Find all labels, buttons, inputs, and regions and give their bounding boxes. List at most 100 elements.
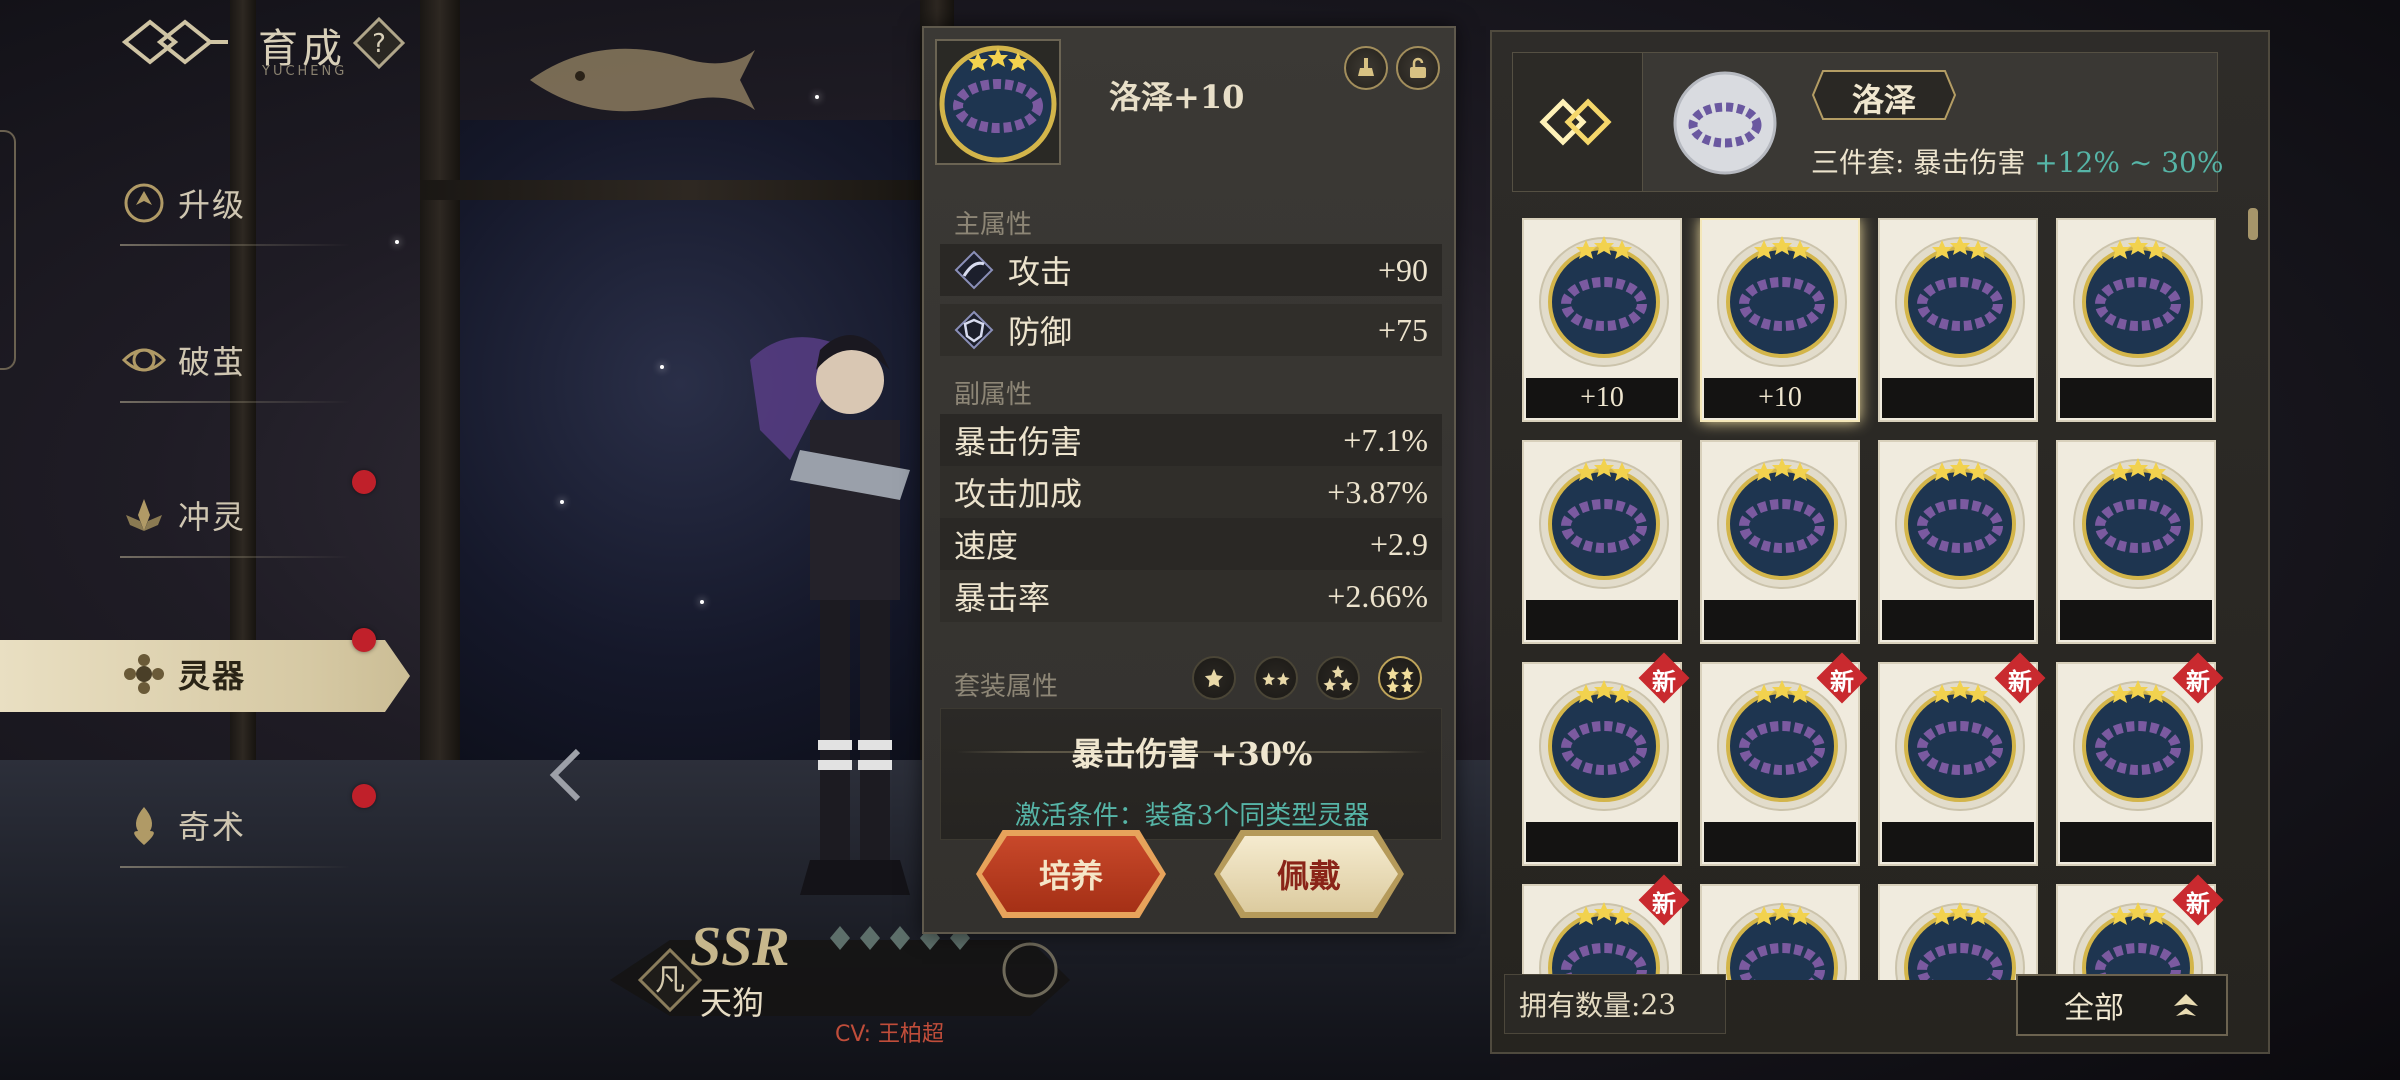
- glowing-emblem-icon: [1538, 98, 1612, 146]
- artifact-card[interactable]: 新: [2056, 874, 2224, 980]
- artifact-grid: +10 +10 新新新新新新: [1522, 218, 2232, 980]
- lock-button[interactable]: [1396, 46, 1440, 90]
- notification-dot: [352, 784, 376, 808]
- main-stat-row: 攻击 +90: [940, 244, 1442, 296]
- new-badge-label: 新: [2008, 667, 2032, 696]
- character-name: 天狗: [700, 984, 765, 1022]
- main-stat-row: 防御 +75: [940, 304, 1442, 356]
- nav-label: 升级: [178, 186, 247, 224]
- voice-actor: CV: 王柏超: [835, 1022, 945, 1047]
- artifact-detail-panel: 洛泽+10 主属性 攻击 +90 防御 +75 副属性 暴击伤害 +7.1% 攻…: [922, 26, 1456, 934]
- cultivate-button[interactable]: 培养: [982, 836, 1160, 912]
- lotus-icon: [126, 499, 162, 531]
- artifact-card[interactable]: +10: [1700, 218, 1860, 422]
- artifact-card[interactable]: 新: [1700, 652, 1868, 866]
- sparkle: [700, 600, 704, 604]
- stat-value: +2.66%: [1327, 577, 1428, 614]
- artifact-card[interactable]: [1522, 440, 1682, 644]
- artifact-card[interactable]: [1878, 440, 2038, 644]
- set-condition-text: 激活条件：装备3个同类型灵器: [1014, 801, 1370, 831]
- set-tier-4-icon[interactable]: [1378, 656, 1422, 700]
- artifact-card[interactable]: [2056, 440, 2216, 644]
- nav-item-upgrade[interactable]: 升级: [120, 168, 350, 246]
- nav-item-arcana[interactable]: 奇术: [120, 790, 350, 868]
- sparkle: [395, 240, 399, 244]
- set-header: 洛泽 三件套: 暴击伤害 +12% ~ 30%: [1512, 52, 2223, 192]
- help-icon[interactable]: ?: [352, 16, 406, 70]
- bracelet-gem-icon: [1539, 236, 1669, 367]
- help-label: ?: [372, 29, 386, 59]
- bracelet-gem-icon: [2073, 236, 2203, 367]
- bracelet-gem-icon: [2073, 458, 2203, 589]
- owned-count: 拥有数量: 23: [1504, 974, 1726, 1034]
- bracelet-gem-icon: [1895, 902, 2025, 980]
- set-tier-2-icon[interactable]: [1254, 656, 1298, 700]
- main-stat-title: 主属性: [954, 210, 1033, 240]
- card-level: [1882, 378, 2034, 418]
- bracelet-gem-icon: [1717, 236, 1847, 367]
- set-tier-1-icon[interactable]: [1192, 656, 1236, 700]
- new-badge: 新: [1638, 874, 1690, 926]
- filter-dropdown[interactable]: 全部: [2016, 974, 2228, 1036]
- nav-item-breakthrough[interactable]: 破茧: [120, 325, 350, 403]
- artifact-card[interactable]: [2056, 218, 2216, 422]
- stat-label: 攻击: [1008, 253, 1073, 291]
- card-level: [1526, 600, 1678, 640]
- beam: [420, 180, 960, 200]
- owned-count-value: 23: [1640, 987, 1677, 1021]
- stat-label: 速度: [954, 527, 1019, 565]
- artifact-inventory-panel: 洛泽 三件套: 暴击伤害 +12% ~ 30% +10 +10 新新新新新新 拥有数…: [1490, 30, 2270, 1054]
- nav-label: 破茧: [178, 343, 247, 381]
- set-effect-text: 暴击伤害 +30%: [1071, 735, 1313, 773]
- bracelet-gem-icon: [1717, 902, 1847, 980]
- artifact-flower-icon: [124, 654, 164, 694]
- artifact-card[interactable]: 新: [1878, 652, 2046, 866]
- new-badge-label: 新: [1652, 889, 1676, 918]
- character-nameplate: 凡: [610, 926, 1070, 1016]
- discard-button[interactable]: [1344, 46, 1388, 90]
- defense-icon: [954, 310, 994, 350]
- stat-label: 防御: [1008, 313, 1073, 351]
- flame-icon: [134, 807, 154, 845]
- notification-dot: [352, 470, 376, 494]
- unlock-icon: [1410, 57, 1426, 78]
- return-logo-icon[interactable]: [120, 14, 230, 70]
- nav-item-artifact[interactable]: 灵器: [0, 640, 410, 712]
- chevron-left-icon[interactable]: [546, 745, 586, 805]
- artifact-card[interactable]: [1700, 884, 1860, 980]
- stat-label: 暴击率: [954, 579, 1051, 617]
- new-badge: 新: [1994, 652, 2046, 704]
- card-level: [1882, 600, 2034, 640]
- card-level: [2060, 600, 2212, 640]
- set-attr-title: 套装属性: [954, 672, 1059, 702]
- artifact-card[interactable]: 新: [1522, 652, 1690, 866]
- set-filter-tab[interactable]: [1513, 53, 1643, 191]
- artifact-card[interactable]: +10: [1522, 218, 1682, 422]
- divider: [120, 401, 350, 403]
- stat-value: +3.87%: [1327, 473, 1428, 510]
- sub-stat-row: 暴击率 +2.66%: [940, 570, 1442, 622]
- stat-value: +90: [1377, 251, 1428, 288]
- set-description: 三件套: 暴击伤害 +12% ~ 30%: [1811, 141, 2223, 181]
- nav-item-spirit-rush[interactable]: 冲灵: [120, 480, 350, 558]
- artifact-card[interactable]: 新: [2056, 652, 2224, 866]
- sub-stat-title: 副属性: [954, 380, 1033, 410]
- card-level: [2060, 822, 2212, 862]
- side-drawer-tab[interactable]: [0, 130, 16, 370]
- artifact-card[interactable]: [1700, 440, 1860, 644]
- nav-label: 奇术: [178, 808, 247, 846]
- bracelet-gem-icon: [935, 39, 1061, 165]
- set-tier-3-icon[interactable]: [1316, 656, 1360, 700]
- equip-button[interactable]: 佩戴: [1220, 836, 1398, 912]
- new-badge-label: 新: [1652, 667, 1676, 696]
- set-desc-range: +12% ~ 30%: [2034, 146, 2224, 179]
- card-level: [1526, 822, 1678, 862]
- rarity-label: SSR: [690, 916, 790, 978]
- scrollbar-thumb[interactable]: [2248, 208, 2258, 240]
- artifact-card[interactable]: [1878, 884, 2038, 980]
- artifact-card[interactable]: 新: [1522, 874, 1690, 980]
- bracelet-gem-icon: [1895, 236, 2025, 367]
- new-badge: 新: [1638, 652, 1690, 704]
- artifact-card[interactable]: [1878, 218, 2038, 422]
- attack-icon: [954, 250, 994, 290]
